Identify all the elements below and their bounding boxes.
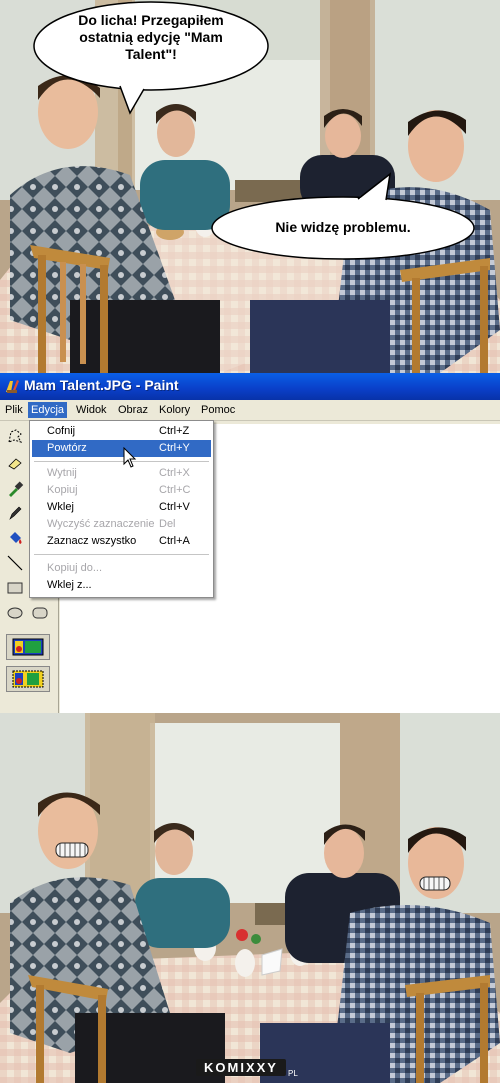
menu-kolory[interactable]: Kolory (156, 402, 193, 418)
watermark-text: KOMIXXY (204, 1060, 278, 1075)
menu-item-wyczysc-zaznaczenie: Wyczyść zaznaczenie Del (32, 516, 211, 533)
fill-icon[interactable] (6, 529, 24, 547)
menu-item-zaznacz-wszystko[interactable]: Zaznacz wszystko Ctrl+A (32, 533, 211, 550)
menu-item-shortcut: Ctrl+Z (159, 425, 190, 437)
window-title: Mam Talent.JPG - Paint (24, 377, 179, 393)
menu-item-shortcut: Del (159, 518, 176, 530)
menu-item-kopiuj: Kopiuj Ctrl+C (32, 482, 211, 499)
bottom-photo-panel (0, 713, 500, 1083)
speech-bubble-right-text: Nie widzę problemu. (275, 219, 411, 235)
menu-separator (34, 461, 209, 462)
rectangle-icon[interactable] (6, 579, 24, 597)
menu-item-label: Powtórz (47, 442, 87, 454)
menu-bar: Plik Edycja Widok Obraz Kolory Pomoc (0, 400, 500, 421)
menu-item-shortcut: Ctrl+V (159, 501, 190, 513)
ellipse-icon[interactable] (6, 604, 24, 622)
line-icon[interactable] (6, 554, 24, 572)
menu-plik[interactable]: Plik (2, 402, 26, 418)
menu-item-wytnij: Wytnij Ctrl+X (32, 465, 211, 482)
shapes-opaque-icon (12, 638, 44, 656)
menu-item-label: Kopiuj do... (47, 562, 103, 574)
menu-item-shortcut: Ctrl+A (159, 535, 190, 547)
bubble-line-1: Do licha! Przegapiłem (78, 12, 224, 28)
speech-bubble-right: Nie widzę problemu. (210, 172, 476, 262)
menu-item-kopiuj-do: Kopiuj do... (32, 560, 211, 577)
mouse-cursor-icon (123, 447, 137, 468)
menu-item-label: Kopiuj (47, 484, 78, 496)
menu-widok[interactable]: Widok (73, 402, 110, 418)
menu-edycja[interactable]: Edycja (28, 402, 68, 418)
rounded-rectangle-icon[interactable] (31, 604, 49, 622)
transparency-option-opaque[interactable] (6, 634, 50, 660)
menu-item-shortcut: Ctrl+Y (159, 442, 190, 454)
menu-item-label: Wyczyść zaznaczenie (47, 518, 155, 530)
bubble-line-3: Talent"! (125, 46, 177, 62)
color-picker-icon[interactable] (6, 480, 24, 498)
speech-bubble-left-text: Do licha! Przegapiłem ostatnią edycję "M… (32, 12, 270, 63)
menu-item-label: Cofnij (47, 425, 76, 437)
menu-obraz[interactable]: Obraz (115, 402, 151, 418)
paint-app-icon (6, 380, 19, 393)
edit-menu-dropdown: Cofnij Ctrl+Z Powtórz Ctrl+Y Wytnij Ctrl… (29, 420, 214, 598)
top-photo-panel: Do licha! Przegapiłem ostatnią edycję "M… (0, 0, 500, 373)
menu-item-cofnij[interactable]: Cofnij Ctrl+Z (32, 423, 211, 440)
free-select-icon[interactable] (6, 428, 24, 446)
pencil-icon[interactable] (6, 504, 24, 522)
group-photo-bottom (0, 713, 500, 1083)
menu-item-wklej[interactable]: Wklej Ctrl+V (32, 499, 211, 516)
menu-pomoc[interactable]: Pomoc (198, 402, 238, 418)
transparency-option-transparent[interactable] (6, 666, 50, 692)
menu-item-shortcut: Ctrl+X (159, 467, 190, 479)
menu-separator (34, 554, 209, 555)
eraser-icon[interactable] (6, 454, 24, 472)
menu-item-label: Wklej z... (47, 579, 92, 591)
menu-item-shortcut: Ctrl+C (159, 484, 191, 496)
menu-item-label: Wklej (47, 501, 74, 513)
menu-item-label: Zaznacz wszystko (47, 535, 137, 547)
watermark-suffix: PL (288, 1069, 298, 1078)
menu-item-label: Wytnij (47, 467, 77, 479)
speech-bubble-left: Do licha! Przegapiłem ostatnią edycję "M… (32, 0, 270, 115)
menu-item-wklej-z[interactable]: Wklej z... (32, 577, 211, 594)
menu-item-powtorz[interactable]: Powtórz Ctrl+Y (32, 440, 211, 457)
bubble-line-2: ostatnią edycję "Mam (79, 29, 223, 45)
shapes-transparent-icon (12, 670, 44, 688)
komixxy-watermark: KOMIXXY PL (196, 1059, 298, 1078)
window-titlebar[interactable]: Mam Talent.JPG - Paint (0, 373, 500, 400)
